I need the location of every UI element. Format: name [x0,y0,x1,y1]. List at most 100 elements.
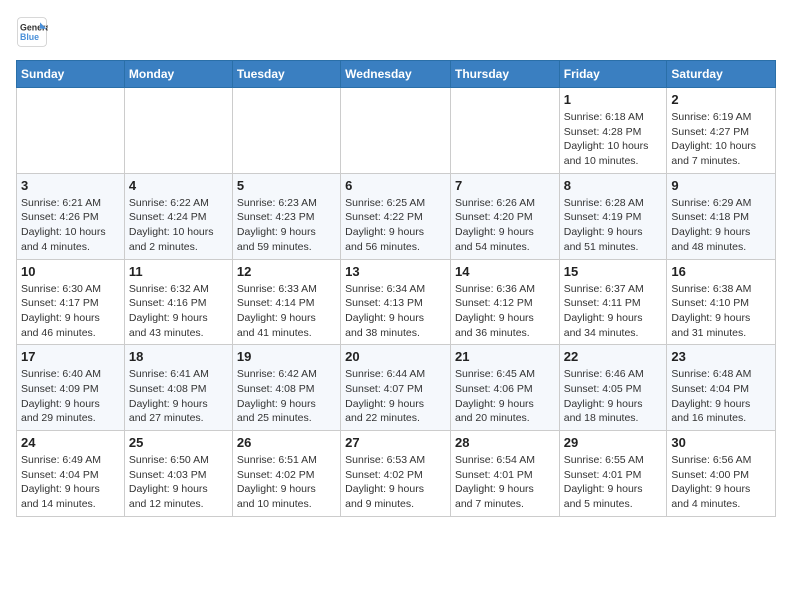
day-info: Sunrise: 6:46 AM Sunset: 4:05 PM Dayligh… [564,367,663,426]
calendar-cell: 27 Sunrise: 6:53 AM Sunset: 4:02 PM Dayli… [341,431,451,517]
day-info: Sunrise: 6:26 AM Sunset: 4:20 PM Dayligh… [455,196,555,255]
weekday-header-monday: Monday [124,61,232,88]
day-info: Sunrise: 6:45 AM Sunset: 4:06 PM Dayligh… [455,367,555,426]
day-number: 22 [564,349,663,364]
day-number: 30 [671,435,771,450]
calendar-header: SundayMondayTuesdayWednesdayThursdayFrid… [17,61,776,88]
day-info: Sunrise: 6:49 AM Sunset: 4:04 PM Dayligh… [21,453,120,512]
calendar-cell: 15 Sunrise: 6:37 AM Sunset: 4:11 PM Dayli… [559,259,667,345]
day-number: 26 [237,435,336,450]
weekday-header-wednesday: Wednesday [341,61,451,88]
weekday-header-thursday: Thursday [450,61,559,88]
calendar-cell: 8 Sunrise: 6:28 AM Sunset: 4:19 PM Daylig… [559,173,667,259]
day-number: 10 [21,264,120,279]
week-row-5: 24 Sunrise: 6:49 AM Sunset: 4:04 PM Dayli… [17,431,776,517]
day-number: 19 [237,349,336,364]
day-info: Sunrise: 6:40 AM Sunset: 4:09 PM Dayligh… [21,367,120,426]
calendar-cell: 13 Sunrise: 6:34 AM Sunset: 4:13 PM Dayli… [341,259,451,345]
day-info: Sunrise: 6:53 AM Sunset: 4:02 PM Dayligh… [345,453,446,512]
day-info: Sunrise: 6:28 AM Sunset: 4:19 PM Dayligh… [564,196,663,255]
day-info: Sunrise: 6:36 AM Sunset: 4:12 PM Dayligh… [455,282,555,341]
page-header: General Blue [16,16,776,48]
day-number: 28 [455,435,555,450]
calendar-cell: 2Sunrise: 6:19 AM Sunset: 4:27 PM Daylig… [667,88,776,174]
day-info: Sunrise: 6:41 AM Sunset: 4:08 PM Dayligh… [129,367,228,426]
day-info: Sunrise: 6:38 AM Sunset: 4:10 PM Dayligh… [671,282,771,341]
day-info: Sunrise: 6:48 AM Sunset: 4:04 PM Dayligh… [671,367,771,426]
calendar-cell: 10Sunrise: 6:30 AM Sunset: 4:17 PM Dayli… [17,259,125,345]
svg-text:Blue: Blue [20,32,39,42]
calendar-cell: 14Sunrise: 6:36 AM Sunset: 4:12 PM Dayli… [450,259,559,345]
day-info: Sunrise: 6:22 AM Sunset: 4:24 PM Dayligh… [129,196,228,255]
day-info: Sunrise: 6:18 AM Sunset: 4:28 PM Dayligh… [564,110,663,169]
calendar-cell: 5Sunrise: 6:23 AM Sunset: 4:23 PM Daylig… [232,173,340,259]
day-number: 13 [345,264,446,279]
week-row-4: 17 Sunrise: 6:40 AM Sunset: 4:09 PM Dayli… [17,345,776,431]
day-info: Sunrise: 6:50 AM Sunset: 4:03 PM Dayligh… [129,453,228,512]
day-info: Sunrise: 6:44 AM Sunset: 4:07 PM Dayligh… [345,367,446,426]
calendar-cell: 22 Sunrise: 6:46 AM Sunset: 4:05 PM Dayli… [559,345,667,431]
day-info: Sunrise: 6:54 AM Sunset: 4:01 PM Dayligh… [455,453,555,512]
day-info: Sunrise: 6:55 AM Sunset: 4:01 PM Dayligh… [564,453,663,512]
day-number: 7 [455,178,555,193]
calendar-cell: 19 Sunrise: 6:42 AM Sunset: 4:08 PM Dayli… [232,345,340,431]
day-number: 29 [564,435,663,450]
week-row-3: 10Sunrise: 6:30 AM Sunset: 4:17 PM Dayli… [17,259,776,345]
day-number: 18 [129,349,228,364]
day-info: Sunrise: 6:19 AM Sunset: 4:27 PM Dayligh… [671,110,771,169]
day-number: 9 [671,178,771,193]
day-number: 3 [21,178,120,193]
day-number: 8 [564,178,663,193]
calendar-cell: 26Sunrise: 6:51 AM Sunset: 4:02 PM Dayli… [232,431,340,517]
week-row-1: 1 Sunrise: 6:18 AM Sunset: 4:28 PM Daylig… [17,88,776,174]
day-info: Sunrise: 6:21 AM Sunset: 4:26 PM Dayligh… [21,196,120,255]
day-info: Sunrise: 6:34 AM Sunset: 4:13 PM Dayligh… [345,282,446,341]
calendar-cell: 17 Sunrise: 6:40 AM Sunset: 4:09 PM Dayli… [17,345,125,431]
day-info: Sunrise: 6:56 AM Sunset: 4:00 PM Dayligh… [671,453,771,512]
day-info: Sunrise: 6:32 AM Sunset: 4:16 PM Dayligh… [129,282,228,341]
calendar-cell: 23 Sunrise: 6:48 AM Sunset: 4:04 PM Dayli… [667,345,776,431]
calendar-cell [450,88,559,174]
day-info: Sunrise: 6:25 AM Sunset: 4:22 PM Dayligh… [345,196,446,255]
day-number: 12 [237,264,336,279]
calendar-cell: 24 Sunrise: 6:49 AM Sunset: 4:04 PM Dayli… [17,431,125,517]
calendar-cell: 6 Sunrise: 6:25 AM Sunset: 4:22 PM Daylig… [341,173,451,259]
calendar-cell: 16 Sunrise: 6:38 AM Sunset: 4:10 PM Dayli… [667,259,776,345]
logo-icon: General Blue [16,16,48,48]
weekday-header-friday: Friday [559,61,667,88]
week-row-2: 3 Sunrise: 6:21 AM Sunset: 4:26 PM Daylig… [17,173,776,259]
day-number: 16 [671,264,771,279]
day-info: Sunrise: 6:37 AM Sunset: 4:11 PM Dayligh… [564,282,663,341]
day-info: Sunrise: 6:29 AM Sunset: 4:18 PM Dayligh… [671,196,771,255]
calendar-cell: 3 Sunrise: 6:21 AM Sunset: 4:26 PM Daylig… [17,173,125,259]
calendar-cell [232,88,340,174]
day-number: 1 [564,92,663,107]
calendar-cell: 12 Sunrise: 6:33 AM Sunset: 4:14 PM Dayli… [232,259,340,345]
day-info: Sunrise: 6:42 AM Sunset: 4:08 PM Dayligh… [237,367,336,426]
calendar-cell: 7 Sunrise: 6:26 AM Sunset: 4:20 PM Daylig… [450,173,559,259]
calendar-cell: 29 Sunrise: 6:55 AM Sunset: 4:01 PM Dayli… [559,431,667,517]
calendar-cell: 21 Sunrise: 6:45 AM Sunset: 4:06 PM Dayli… [450,345,559,431]
day-number: 6 [345,178,446,193]
day-number: 20 [345,349,446,364]
calendar-cell [17,88,125,174]
day-number: 23 [671,349,771,364]
day-number: 15 [564,264,663,279]
calendar-cell: 20 Sunrise: 6:44 AM Sunset: 4:07 PM Dayli… [341,345,451,431]
day-number: 24 [21,435,120,450]
weekday-header-saturday: Saturday [667,61,776,88]
calendar-cell: 30 Sunrise: 6:56 AM Sunset: 4:00 PM Dayli… [667,431,776,517]
calendar-cell: 18 Sunrise: 6:41 AM Sunset: 4:08 PM Dayli… [124,345,232,431]
calendar-cell [124,88,232,174]
day-info: Sunrise: 6:33 AM Sunset: 4:14 PM Dayligh… [237,282,336,341]
day-number: 11 [129,264,228,279]
calendar-cell: 25Sunrise: 6:50 AM Sunset: 4:03 PM Dayli… [124,431,232,517]
weekday-header-sunday: Sunday [17,61,125,88]
calendar-cell: 4Sunrise: 6:22 AM Sunset: 4:24 PM Daylig… [124,173,232,259]
calendar: SundayMondayTuesdayWednesdayThursdayFrid… [16,60,776,517]
calendar-cell: 9 Sunrise: 6:29 AM Sunset: 4:18 PM Daylig… [667,173,776,259]
day-number: 17 [21,349,120,364]
day-number: 21 [455,349,555,364]
logo: General Blue [16,16,54,48]
day-number: 27 [345,435,446,450]
